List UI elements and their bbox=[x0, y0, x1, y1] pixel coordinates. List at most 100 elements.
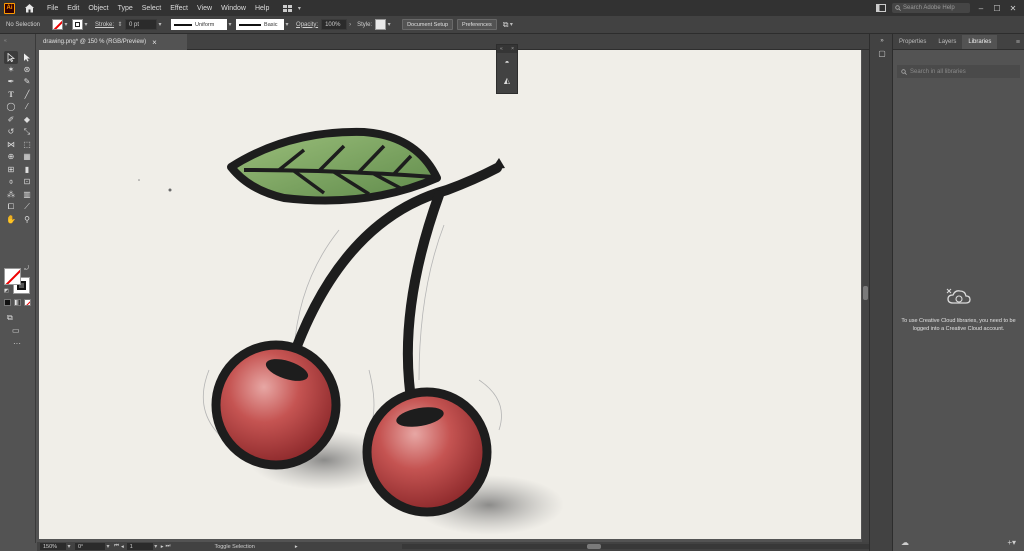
chevron-down-icon[interactable]: ▾ bbox=[66, 543, 72, 550]
document-setup-button[interactable]: Document Setup bbox=[402, 19, 454, 30]
magic-wand-tool-icon[interactable]: ✶ bbox=[4, 64, 18, 77]
chevron-down-icon[interactable]: ▾ bbox=[227, 21, 233, 28]
cloud-sync-icon[interactable]: ☁ bbox=[901, 538, 909, 547]
mesh-tool-icon[interactable]: ⊞ bbox=[4, 164, 18, 177]
lasso-tool-icon[interactable]: ⊛ bbox=[20, 64, 34, 77]
document-tab[interactable]: drawing.png* @ 150 % (RGB/Preview) × bbox=[37, 34, 187, 50]
minimize-button[interactable]: – bbox=[976, 4, 986, 13]
draw-mode-icon[interactable]: ⧉ bbox=[7, 313, 13, 323]
free-transform-tool-icon[interactable]: ⬚ bbox=[20, 139, 34, 152]
image-trace-panel-icon[interactable]: ◭ bbox=[497, 71, 517, 89]
opacity-input[interactable]: 100% bbox=[321, 19, 348, 30]
artboard-tool-icon[interactable]: ⧠ bbox=[4, 201, 18, 214]
graphic-style-swatch[interactable] bbox=[375, 19, 387, 30]
color-panel-icon[interactable]: ▢ bbox=[876, 48, 888, 58]
first-artboard-icon[interactable]: ⏮ bbox=[114, 543, 119, 550]
curvature-tool-icon[interactable]: ✎ bbox=[20, 76, 34, 89]
width-tool-icon[interactable]: ⋈ bbox=[4, 139, 18, 152]
vertical-scroll-thumb[interactable] bbox=[863, 286, 868, 300]
vertical-scrollbar[interactable] bbox=[862, 50, 869, 542]
workspace-switcher[interactable]: ▾ bbox=[283, 4, 302, 12]
chevron-down-icon[interactable]: ▾ bbox=[157, 21, 163, 28]
menu-file[interactable]: File bbox=[47, 5, 58, 12]
chevron-down-icon[interactable]: ▾ bbox=[83, 21, 89, 28]
library-search-input[interactable]: Search in all libraries bbox=[897, 65, 1020, 78]
status-menu-icon[interactable]: ▸ bbox=[295, 544, 298, 550]
scale-tool-icon[interactable]: ⤡ bbox=[20, 126, 34, 139]
menu-select[interactable]: Select bbox=[142, 5, 161, 12]
screen-mode-icon[interactable]: ▭ bbox=[12, 326, 20, 335]
fill-color-swatch[interactable] bbox=[4, 268, 21, 285]
direct-selection-tool-icon[interactable] bbox=[20, 51, 34, 64]
eraser-tool-icon[interactable]: ◆ bbox=[20, 114, 34, 127]
pen-tool-icon[interactable]: ✒ bbox=[4, 76, 18, 89]
line-segment-tool-icon[interactable]: ╱ bbox=[20, 89, 34, 102]
stroke-label[interactable]: Stroke: bbox=[95, 22, 114, 28]
collapse-icon[interactable]: « bbox=[500, 46, 503, 52]
menu-help[interactable]: Help bbox=[255, 5, 269, 12]
preferences-button[interactable]: Preferences bbox=[457, 19, 497, 30]
close-icon[interactable]: × bbox=[511, 46, 514, 52]
arrange-documents-icon[interactable] bbox=[876, 4, 886, 12]
artboard-number-input[interactable]: 1 bbox=[126, 543, 153, 550]
artboard[interactable] bbox=[39, 50, 861, 539]
type-tool-icon[interactable]: T bbox=[4, 89, 18, 102]
default-fill-stroke-icon[interactable]: ◩ bbox=[4, 288, 9, 294]
maximize-button[interactable]: ☐ bbox=[992, 4, 1002, 13]
stroke-weight-input[interactable]: 0 pt bbox=[125, 19, 158, 30]
opacity-label[interactable]: Opacity: bbox=[296, 22, 318, 28]
menu-effect[interactable]: Effect bbox=[170, 5, 188, 12]
menu-object[interactable]: Object bbox=[88, 5, 108, 12]
none-mode-icon[interactable] bbox=[24, 299, 31, 306]
appearance-panel-icon[interactable]: ◓ bbox=[497, 53, 517, 71]
symbol-sprayer-tool-icon[interactable]: ⁂ bbox=[4, 189, 18, 202]
panel-collapse-icon[interactable]: « bbox=[4, 38, 7, 44]
fill-swatch-button[interactable] bbox=[52, 19, 64, 30]
chevron-down-icon[interactable]: ▾ bbox=[284, 21, 290, 28]
home-icon[interactable] bbox=[23, 2, 35, 14]
toggle-selection-label[interactable]: Toggle Selection bbox=[214, 544, 254, 550]
rotate-tool-icon[interactable]: ↺ bbox=[4, 126, 18, 139]
last-artboard-icon[interactable]: ⏭ bbox=[165, 543, 170, 550]
tab-libraries[interactable]: Libraries bbox=[962, 35, 998, 49]
rotate-view-select[interactable]: 0° bbox=[75, 543, 105, 550]
menu-window[interactable]: Window bbox=[221, 5, 246, 12]
chevron-down-icon[interactable]: ▾ bbox=[105, 543, 111, 550]
brush-definition-select[interactable]: Basic bbox=[236, 19, 285, 30]
close-button[interactable]: ✕ bbox=[1008, 4, 1018, 13]
stroke-swatch-button[interactable] bbox=[72, 19, 84, 30]
selection-tool-icon[interactable] bbox=[4, 51, 18, 64]
menu-type[interactable]: Type bbox=[118, 5, 133, 12]
previous-artboard-icon[interactable]: ◂ bbox=[121, 544, 124, 550]
horizontal-scrollbar[interactable] bbox=[402, 544, 912, 549]
help-search-input[interactable]: Search Adobe Help bbox=[892, 3, 970, 13]
edit-toolbar-icon[interactable]: ··· bbox=[13, 339, 21, 348]
panel-menu-icon[interactable]: ≡ bbox=[1016, 35, 1024, 49]
add-content-icon[interactable]: +▾ bbox=[1007, 538, 1016, 547]
gradient-tool-icon[interactable]: ▮ bbox=[20, 164, 34, 177]
slice-tool-icon[interactable]: ⟋ bbox=[20, 201, 34, 214]
eyedropper-tool-icon[interactable]: ⌽ bbox=[4, 176, 18, 189]
chevron-down-icon[interactable]: ▾ bbox=[386, 21, 392, 28]
horizontal-scroll-thumb[interactable] bbox=[587, 544, 601, 549]
paintbrush-tool-icon[interactable]: ⁄ bbox=[20, 101, 34, 114]
close-tab-icon[interactable]: × bbox=[152, 38, 157, 47]
next-artboard-icon[interactable]: ▸ bbox=[161, 544, 164, 550]
ellipse-tool-icon[interactable]: ◯ bbox=[4, 101, 18, 114]
color-mode-icon[interactable] bbox=[4, 299, 11, 306]
swap-fill-stroke-icon[interactable]: ⤾ bbox=[24, 266, 29, 273]
zoom-level-select[interactable]: 150% bbox=[40, 543, 66, 550]
zoom-tool-icon[interactable]: ⚲ bbox=[20, 214, 34, 227]
floating-panel-header[interactable]: «× bbox=[497, 45, 517, 53]
tab-layers[interactable]: Layers bbox=[932, 35, 962, 49]
perspective-grid-tool-icon[interactable]: ▦ bbox=[20, 151, 34, 164]
blend-tool-icon[interactable]: ⊡ bbox=[20, 176, 34, 189]
canvas-area[interactable] bbox=[37, 50, 869, 542]
stepper-icon[interactable]: ⇕ bbox=[117, 21, 123, 28]
cherry-illustration[interactable] bbox=[39, 50, 861, 539]
chevron-down-icon[interactable]: ▾ bbox=[63, 21, 69, 28]
chevron-down-icon[interactable]: ▾ bbox=[508, 21, 514, 28]
chevron-right-icon[interactable]: › bbox=[347, 22, 353, 28]
hand-tool-icon[interactable]: ✋ bbox=[4, 214, 18, 227]
menu-edit[interactable]: Edit bbox=[67, 5, 79, 12]
